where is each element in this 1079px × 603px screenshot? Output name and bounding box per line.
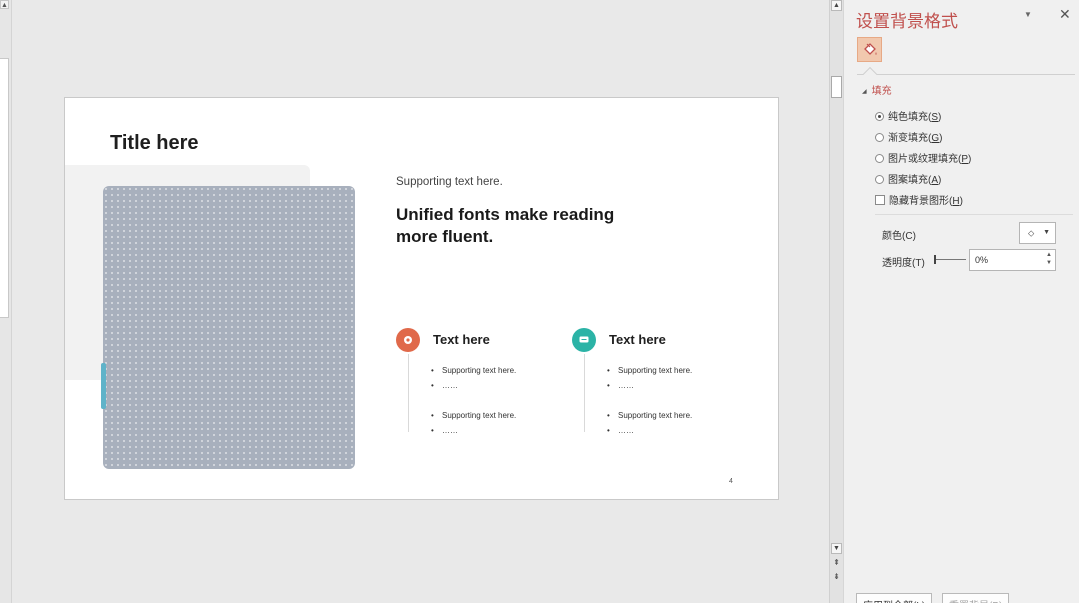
pane-title: 设置背景格式 (856, 12, 958, 31)
column-divider (584, 354, 585, 432)
slide[interactable]: Title here Supporting text here. Unified… (64, 97, 779, 500)
solid-fill-radio[interactable]: 纯色填充(S) (875, 108, 941, 123)
chevron-down-icon: ▼ (1043, 229, 1050, 236)
next-slide-icon[interactable]: ⇟ (831, 571, 842, 582)
radio-icon[interactable] (875, 154, 884, 163)
column-title[interactable]: Text here (433, 332, 490, 347)
radio-selected-icon[interactable] (875, 112, 884, 121)
bullet-item[interactable]: …… (607, 426, 634, 435)
picture-placeholder[interactable] (103, 186, 355, 469)
fill-section-header[interactable]: ◢ 填充 (862, 82, 892, 97)
canvas-scrollbar[interactable]: ▲ ▼ ⇞ ⇟ (829, 0, 843, 603)
chat-bubble-icon (572, 328, 596, 352)
scrollbar-thumb[interactable] (831, 76, 842, 98)
paint-bucket-icon: ⬦ (1028, 228, 1035, 238)
scroll-up-icon[interactable]: ▲ (831, 0, 842, 11)
radio-icon[interactable] (875, 175, 884, 184)
bullet-item[interactable]: …… (607, 381, 634, 390)
slide-title[interactable]: Title here (110, 132, 199, 155)
scroll-up-icon[interactable]: ▲ (0, 0, 9, 9)
transparency-input[interactable]: 0% ▲ ▼ (969, 249, 1056, 271)
reset-background-button[interactable]: 重置背景(B) (942, 593, 1010, 603)
powerpoint-window: ▲ Title here Supporting text here. Unifi… (0, 0, 1079, 603)
color-picker-button[interactable]: ⬦ ▼ (1019, 222, 1056, 244)
format-background-pane: 设置背景格式 ▼ ✕ ◢ 填充 纯色填充(S) 渐变填充(G) 图片或纹理填充(P… (843, 0, 1079, 603)
chevron-down-icon[interactable]: ▼ (1024, 10, 1032, 19)
gradient-fill-radio[interactable]: 渐变填充(G) (875, 129, 942, 144)
tab-indicator (862, 66, 878, 82)
bullet-item[interactable]: Supporting text here. (431, 366, 516, 375)
thumbnail-pane[interactable]: ▲ (0, 0, 12, 603)
slide-canvas: Title here Supporting text here. Unified… (12, 0, 829, 603)
paint-bucket-icon (864, 43, 877, 55)
section-divider (875, 214, 1073, 215)
column-title[interactable]: Text here (609, 332, 666, 347)
transparency-slider[interactable] (934, 259, 966, 260)
slide-number: 4 (729, 478, 733, 485)
bullet-item[interactable]: Supporting text here. (431, 411, 516, 420)
hide-background-checkbox[interactable]: 隐藏背景图形(H) (875, 192, 963, 207)
fill-tab[interactable] (857, 37, 882, 62)
collapse-triangle-icon: ◢ (862, 89, 867, 95)
bullet-item[interactable]: …… (431, 381, 458, 390)
slider-handle[interactable] (934, 255, 936, 264)
text-column-2[interactable]: Text here Supporting text here. …… Suppo… (572, 328, 732, 438)
headline-text[interactable]: Unified fonts make reading more fluent. (396, 204, 656, 248)
bullet-item[interactable]: Supporting text here. (607, 366, 692, 375)
accent-bar[interactable] (101, 363, 106, 409)
slide-thumbnail-edge[interactable] (0, 58, 9, 318)
previous-slide-icon[interactable]: ⇞ (831, 557, 842, 568)
supporting-text[interactable]: Supporting text here. (396, 176, 503, 188)
transparency-label: 透明度(T) (882, 258, 925, 269)
tab-divider (857, 74, 1075, 75)
spinner-arrows-icon[interactable]: ▲ ▼ (1046, 251, 1052, 267)
pattern-fill-radio[interactable]: 图案填充(A) (875, 171, 941, 186)
bullet-item[interactable]: …… (431, 426, 458, 435)
close-icon[interactable]: ✕ (1059, 6, 1071, 23)
scroll-down-icon[interactable]: ▼ (831, 543, 842, 554)
bullet-item[interactable]: Supporting text here. (607, 411, 692, 420)
apply-to-all-button[interactable]: 应用到全部(L) (856, 593, 933, 603)
checkbox-icon[interactable] (875, 195, 885, 205)
radio-icon[interactable] (875, 133, 884, 142)
picture-fill-radio[interactable]: 图片或纹理填充(P) (875, 150, 971, 165)
location-pin-icon (396, 328, 420, 352)
text-column-1[interactable]: Text here Supporting text here. …… Suppo… (396, 328, 556, 438)
column-divider (408, 354, 409, 432)
color-label: 颜色(C) (882, 231, 916, 242)
